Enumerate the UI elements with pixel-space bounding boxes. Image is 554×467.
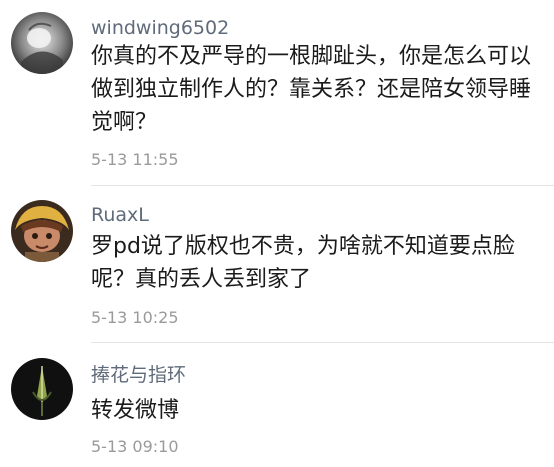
comment-time: 5-13 10:25 [91,308,179,327]
username[interactable]: windwing6502 [91,16,229,40]
comment-time: 5-13 11:55 [91,150,179,169]
user-avatar[interactable] [11,358,73,420]
comment-item: 捧花与指环 转发微博 5-13 09:10 [0,343,554,467]
comment-item: RuaxL 罗pd说了版权也不贵，为啥就不知道要点脸呢？真的丢人丢到家了 5-1… [0,186,554,343]
comment-text: 转发微博 [91,398,180,423]
username[interactable]: 捧花与指环 [91,363,186,387]
cartoon-character-avatar-icon [11,200,73,262]
comment-text: 罗pd说了版权也不贵，为啥就不知道要点脸呢？真的丢人丢到家了 [91,234,515,292]
user-avatar[interactable] [11,12,73,74]
user-avatar[interactable] [11,200,73,262]
grayscale-photo-avatar-icon [11,12,73,74]
comment-item: windwing6502 你真的不及严导的一根脚趾头，你是怎么可以做到独立制作人… [0,0,554,186]
comment-text: 你真的不及严导的一根脚趾头，你是怎么可以做到独立制作人的？靠关系？还是陪女领导睡… [91,44,532,135]
dark-plant-avatar-icon [11,358,73,420]
username[interactable]: RuaxL [91,203,149,227]
comment-time: 5-13 09:10 [91,437,179,456]
